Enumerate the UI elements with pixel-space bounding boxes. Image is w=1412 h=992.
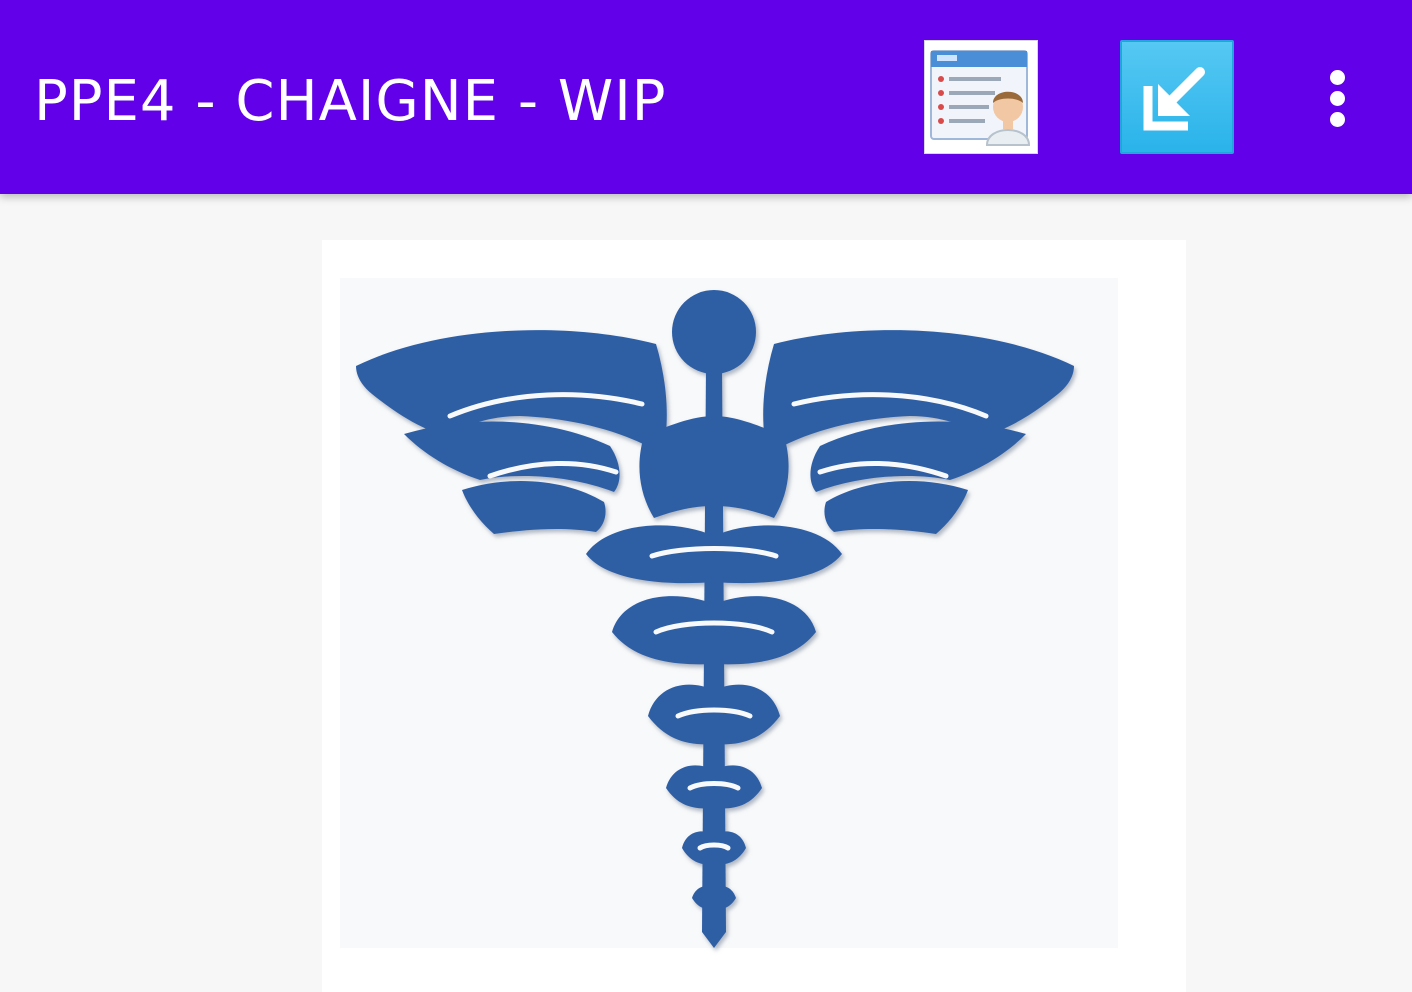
app-bar: PPE4 - CHAIGNE - WIP bbox=[0, 0, 1412, 194]
import-button[interactable] bbox=[1120, 40, 1234, 154]
main-content bbox=[0, 194, 1412, 992]
caduceus-icon bbox=[356, 290, 1074, 948]
import-icon bbox=[1143, 67, 1205, 131]
logo-card bbox=[322, 240, 1186, 992]
overflow-menu-button[interactable] bbox=[1310, 60, 1366, 136]
contacts-button[interactable] bbox=[924, 40, 1038, 154]
app-title: PPE4 - CHAIGNE - WIP bbox=[34, 69, 667, 134]
contact-list-icon bbox=[930, 50, 1031, 146]
